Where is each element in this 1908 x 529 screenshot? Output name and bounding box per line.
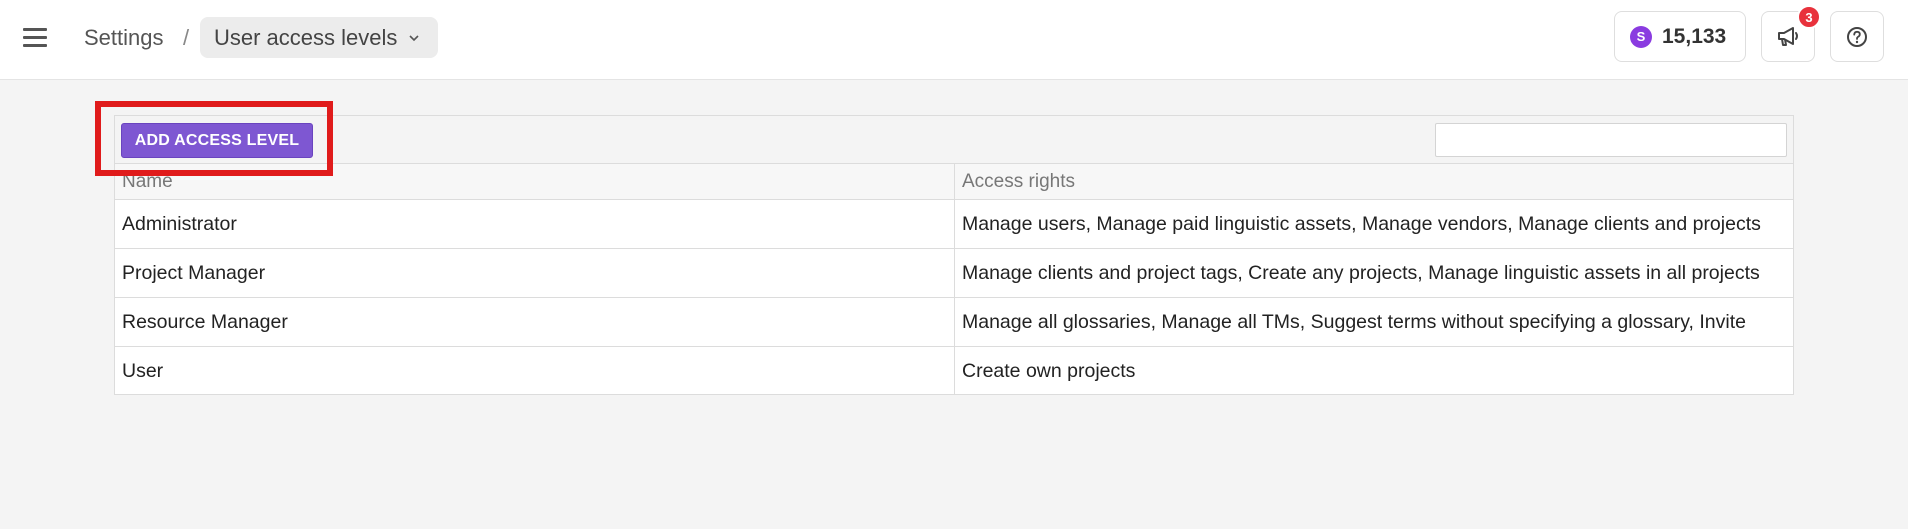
cell-name: Resource Manager <box>122 311 288 333</box>
breadcrumb-separator: / <box>183 25 190 50</box>
credits-value: 15,133 <box>1662 24 1727 48</box>
table-toolbar: ADD ACCESS LEVEL <box>115 116 1793 164</box>
breadcrumb-settings-link[interactable]: Settings <box>84 24 164 52</box>
search-input[interactable] <box>1435 123 1787 157</box>
cell-access-rights: Create own projects <box>962 360 1136 382</box>
hamburger-menu-icon[interactable] <box>22 26 50 50</box>
table-row[interactable]: Project Manager Manage clients and proje… <box>115 249 1793 298</box>
breadcrumb-current-dropdown[interactable]: User access levels <box>200 17 438 58</box>
help-circle-icon <box>1847 26 1867 47</box>
chevron-down-icon <box>409 34 419 41</box>
cell-access-rights: Manage users, Manage paid linguistic ass… <box>962 213 1761 235</box>
credits-balance-button[interactable]: S 15,133 <box>1614 11 1746 62</box>
table-row[interactable]: Resource Manager Manage all glossaries, … <box>115 298 1793 347</box>
cell-name: User <box>122 360 164 382</box>
access-levels-table: ADD ACCESS LEVEL Name Access rights Admi… <box>114 115 1794 395</box>
credits-icon: S <box>1630 25 1652 48</box>
column-header-access-rights[interactable]: Access rights <box>955 164 1075 200</box>
megaphone-icon <box>1778 26 1798 46</box>
notification-count-badge: 3 <box>1797 5 1821 29</box>
help-button[interactable] <box>1830 11 1884 62</box>
top-header: Settings / User access levels S 15,133 3 <box>0 0 1908 80</box>
cell-access-rights: Manage clients and project tags, Create … <box>962 262 1760 284</box>
cell-name: Project Manager <box>122 262 266 284</box>
column-header-name[interactable]: Name <box>115 164 173 200</box>
add-access-level-button[interactable]: ADD ACCESS LEVEL <box>121 123 313 158</box>
breadcrumb-current-label: User access levels <box>214 24 398 50</box>
table-row[interactable]: Administrator Manage users, Manage paid … <box>115 200 1793 249</box>
cell-name: Administrator <box>122 213 237 235</box>
cell-access-rights: Manage all glossaries, Manage all TMs, S… <box>962 311 1746 333</box>
table-row[interactable]: User Create own projects <box>115 347 1793 396</box>
